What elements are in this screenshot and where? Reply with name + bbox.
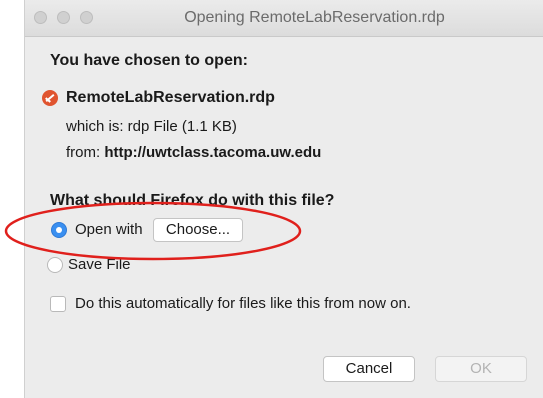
close-window-icon[interactable] — [34, 11, 47, 24]
window-title: Opening RemoteLabReservation.rdp — [184, 9, 445, 26]
auto-action-checkbox[interactable] — [50, 296, 66, 312]
save-file-label[interactable]: Save File — [68, 256, 131, 273]
from-url: http://uwtclass.tacoma.uw.edu — [104, 144, 322, 161]
action-question: What should Firefox do with this file? — [50, 192, 335, 209]
file-source: from: http://uwtclass.tacoma.uw.edu — [66, 144, 321, 161]
download-dialog: Opening RemoteLabReservation.rdp You hav… — [24, 0, 543, 398]
rdp-file-icon — [42, 90, 58, 106]
screenshot-canvas: Opening RemoteLabReservation.rdp You hav… — [0, 0, 543, 398]
minimize-window-icon[interactable] — [57, 11, 70, 24]
from-label: from: — [66, 144, 101, 161]
auto-action-label[interactable]: Do this automatically for files like thi… — [75, 295, 411, 312]
open-with-radio[interactable] — [51, 222, 67, 238]
choose-application-button[interactable]: Choose... — [153, 218, 243, 242]
open-with-label[interactable]: Open with — [75, 221, 143, 238]
cancel-button[interactable]: Cancel — [323, 356, 415, 382]
window-titlebar[interactable]: Opening RemoteLabReservation.rdp — [25, 0, 543, 37]
chosen-to-open-heading: You have chosen to open: — [50, 52, 248, 69]
save-file-radio[interactable] — [47, 257, 63, 273]
file-type-info: which is: rdp File (1.1 KB) — [66, 118, 237, 135]
file-name: RemoteLabReservation.rdp — [66, 89, 275, 106]
ok-button[interactable]: OK — [435, 356, 527, 382]
